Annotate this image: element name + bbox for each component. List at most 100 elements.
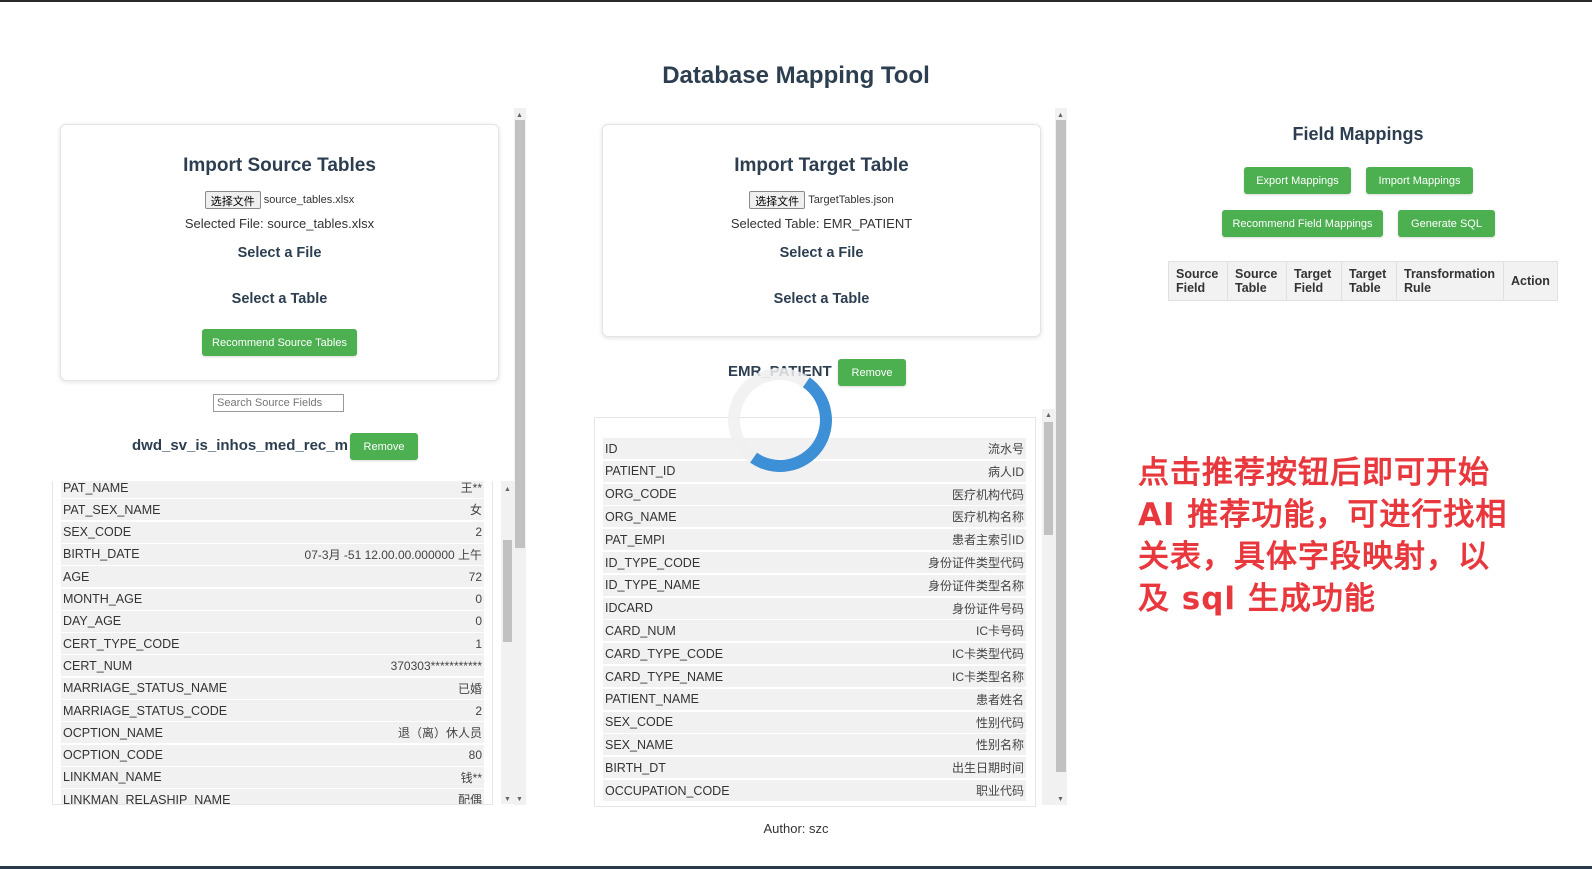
source-search-input[interactable] [213,394,344,412]
target-choose-file-button[interactable]: 选择文件 [749,191,806,209]
source-import-heading: Import Source Tables [183,155,376,176]
target-panel-scroll-thumb[interactable] [1056,120,1066,772]
source-list-scroll-up-icon[interactable]: ▲ [504,486,511,494]
field-name: SEX_CODE [63,525,132,540]
field-name: CARD_TYPE_NAME [605,669,724,684]
field-name: BIRTH_DATE [63,547,140,562]
field-row[interactable]: BIRTH_DATE 07-3月 -51 12.00.00.000000 上午 [61,543,484,565]
field-row[interactable]: SEX_CODE 2 [61,521,484,543]
field-name: PATIENT_NAME [605,692,699,707]
source-select-file-heading: Select a File [237,245,322,261]
source-panel-scroll-down-icon[interactable]: ▼ [516,796,523,804]
field-row[interactable]: PATIENT_NAME 患者姓名 [603,688,1026,710]
field-row[interactable]: ORG_CODE 医疗机构代码 [603,483,1026,505]
field-name: LINKMAN_NAME [63,770,162,785]
field-name: PATIENT_ID [605,464,676,479]
field-row[interactable]: CARD_TYPE_NAME IC卡类型名称 [603,666,1026,687]
field-row[interactable]: SEX_NAME 性别名称 [603,734,1026,756]
field-row[interactable]: AGE 72 [61,566,484,588]
field-row[interactable]: MARRIAGE_STATUS_NAME 已婚 [61,677,484,699]
source-file-row: 选择文件 source_tables.xlsx [61,191,498,209]
field-name: ID_TYPE_CODE [605,555,701,570]
field-row[interactable]: PAT_SEX_NAME 女 [61,499,484,521]
field-row[interactable]: LINKMAN_RELASHIP_NAME 配偶 [61,789,484,805]
field-row[interactable]: OCPTION_CODE 80 [61,744,484,766]
field-value: 医疗机构代码 [951,487,1024,502]
annotation-line: AI 推荐功能，可进行找相 [1138,497,1508,533]
field-row[interactable]: CARD_TYPE_CODE IC卡类型代码 [603,643,1026,665]
source-import-card: Import Source Tables 选择文件 source_tables.… [60,124,499,381]
field-value: 身份证件号码 [951,601,1024,616]
field-row[interactable]: ID_TYPE_CODE 身份证件类型代码 [603,552,1026,573]
field-value: IC卡类型名称 [951,670,1024,684]
field-row[interactable]: MARRIAGE_STATUS_CODE 2 [61,700,484,721]
field-name: ID [605,441,618,456]
source-list-scroll-thumb[interactable] [503,540,512,642]
recommend-source-tables-button[interactable]: Recommend Source Tables [202,329,357,356]
field-value: 出生日期时间 [951,761,1024,776]
target-list-scroll-up-icon[interactable]: ▲ [1045,412,1052,420]
target-panel-scroll-up-icon[interactable]: ▲ [1057,112,1064,120]
field-row[interactable]: BIRTH_DT 出生日期时间 [603,757,1026,779]
field-row[interactable]: CARD_NUM IC卡号码 [603,620,1026,642]
field-row[interactable]: LINKMAN_NAME 钱** [61,766,484,788]
field-value: 医疗机构名称 [951,510,1024,525]
source-list-scrollbar[interactable] [501,481,514,804]
source-choose-file-button[interactable]: 选择文件 [204,191,261,209]
field-row[interactable]: ID_TYPE_NAME 身份证件类型名称 [603,574,1026,596]
target-select-file-heading: Select a File [779,245,864,261]
recommend-field-mappings-button[interactable]: Recommend Field Mappings [1222,210,1383,237]
field-name: CARD_TYPE_CODE [605,646,724,661]
field-name: CERT_TYPE_CODE [63,636,180,651]
import-mappings-button[interactable]: Import Mappings [1366,167,1473,194]
field-name: MONTH_AGE [63,592,143,606]
field-value: IC卡类型代码 [951,647,1024,662]
field-row[interactable]: PATIENT_ID 病人ID [603,460,1026,482]
source-panel-scroll-thumb[interactable] [515,120,525,548]
field-value: 患者姓名 [975,692,1024,707]
target-list-scroll-thumb[interactable] [1044,422,1053,535]
field-name: OCPTION_CODE [63,748,164,763]
field-row[interactable]: CERT_NUM 370303*********** [61,655,484,677]
field-value: 性别代码 [975,715,1024,730]
field-row[interactable]: IDCARD 身份证件号码 [603,597,1026,619]
field-name: PAT_SEX_NAME [63,502,161,517]
field-value: 2 [475,525,482,540]
field-row[interactable]: ORG_NAME 医疗机构名称 [603,506,1026,528]
field-value: 2 [475,703,482,718]
field-name: PAT_NAME [63,481,129,495]
field-row[interactable]: OCPTION_NAME 退（离）休人员 [61,722,484,744]
export-mappings-button[interactable]: Export Mappings [1244,167,1351,194]
field-value: 流水号 [987,442,1024,456]
page-title: Database Mapping Tool [662,62,930,89]
field-row[interactable]: OCCUPATION_CODE 职业代码 [603,780,1026,801]
field-row[interactable]: DAY_AGE 0 [61,610,484,632]
field-value: 已婚 [457,681,482,696]
field-name: BIRTH_DT [605,760,666,775]
field-value: 性别名称 [975,738,1024,753]
field-value: IC卡号码 [975,624,1024,639]
field-row[interactable]: PAT_EMPI 患者主索引ID [603,529,1026,551]
target-field-list[interactable]: ID 流水号 PATIENT_ID 病人ID ORG_CODE 医疗机构代码 ORG_NAM… [594,417,1036,807]
field-value: 王** [460,481,482,495]
annotation-line: 及 sql 生成功能 [1138,581,1376,617]
source-list-scroll-down-icon[interactable]: ▼ [504,796,511,804]
target-panel-scroll-down-icon[interactable]: ▼ [1057,796,1064,804]
source-select-table-heading: Select a Table [231,291,328,307]
field-row[interactable]: MONTH_AGE 0 [61,588,484,610]
field-name: LINKMAN_RELASHIP_NAME [63,792,231,805]
field-row[interactable]: SEX_CODE 性别代码 [603,711,1026,733]
field-row[interactable]: CERT_TYPE_CODE 1 [61,633,484,655]
target-selected-table: Selected Table: EMR_PATIENT [730,216,913,231]
target-remove-button[interactable]: Remove [838,359,906,386]
field-value: 退（离）休人员 [397,726,482,741]
field-name: OCPTION_NAME [63,725,164,740]
field-row[interactable]: PAT_NAME 王** [61,481,484,498]
field-value: 0 [475,592,482,606]
generate-sql-button[interactable]: Generate SQL [1398,210,1495,237]
source-remove-button[interactable]: Remove [350,433,418,460]
source-table-name: dwd_sv_is_inhos_med_rec_m [132,437,348,454]
source-panel-scroll-up-icon[interactable]: ▲ [516,112,523,120]
source-field-list[interactable]: PAT_NAME 王** PAT_SEX_NAME 女 SEX_CODE 2 BIRTH_D… [52,481,493,805]
col-target-field: Target Field [1286,261,1342,301]
